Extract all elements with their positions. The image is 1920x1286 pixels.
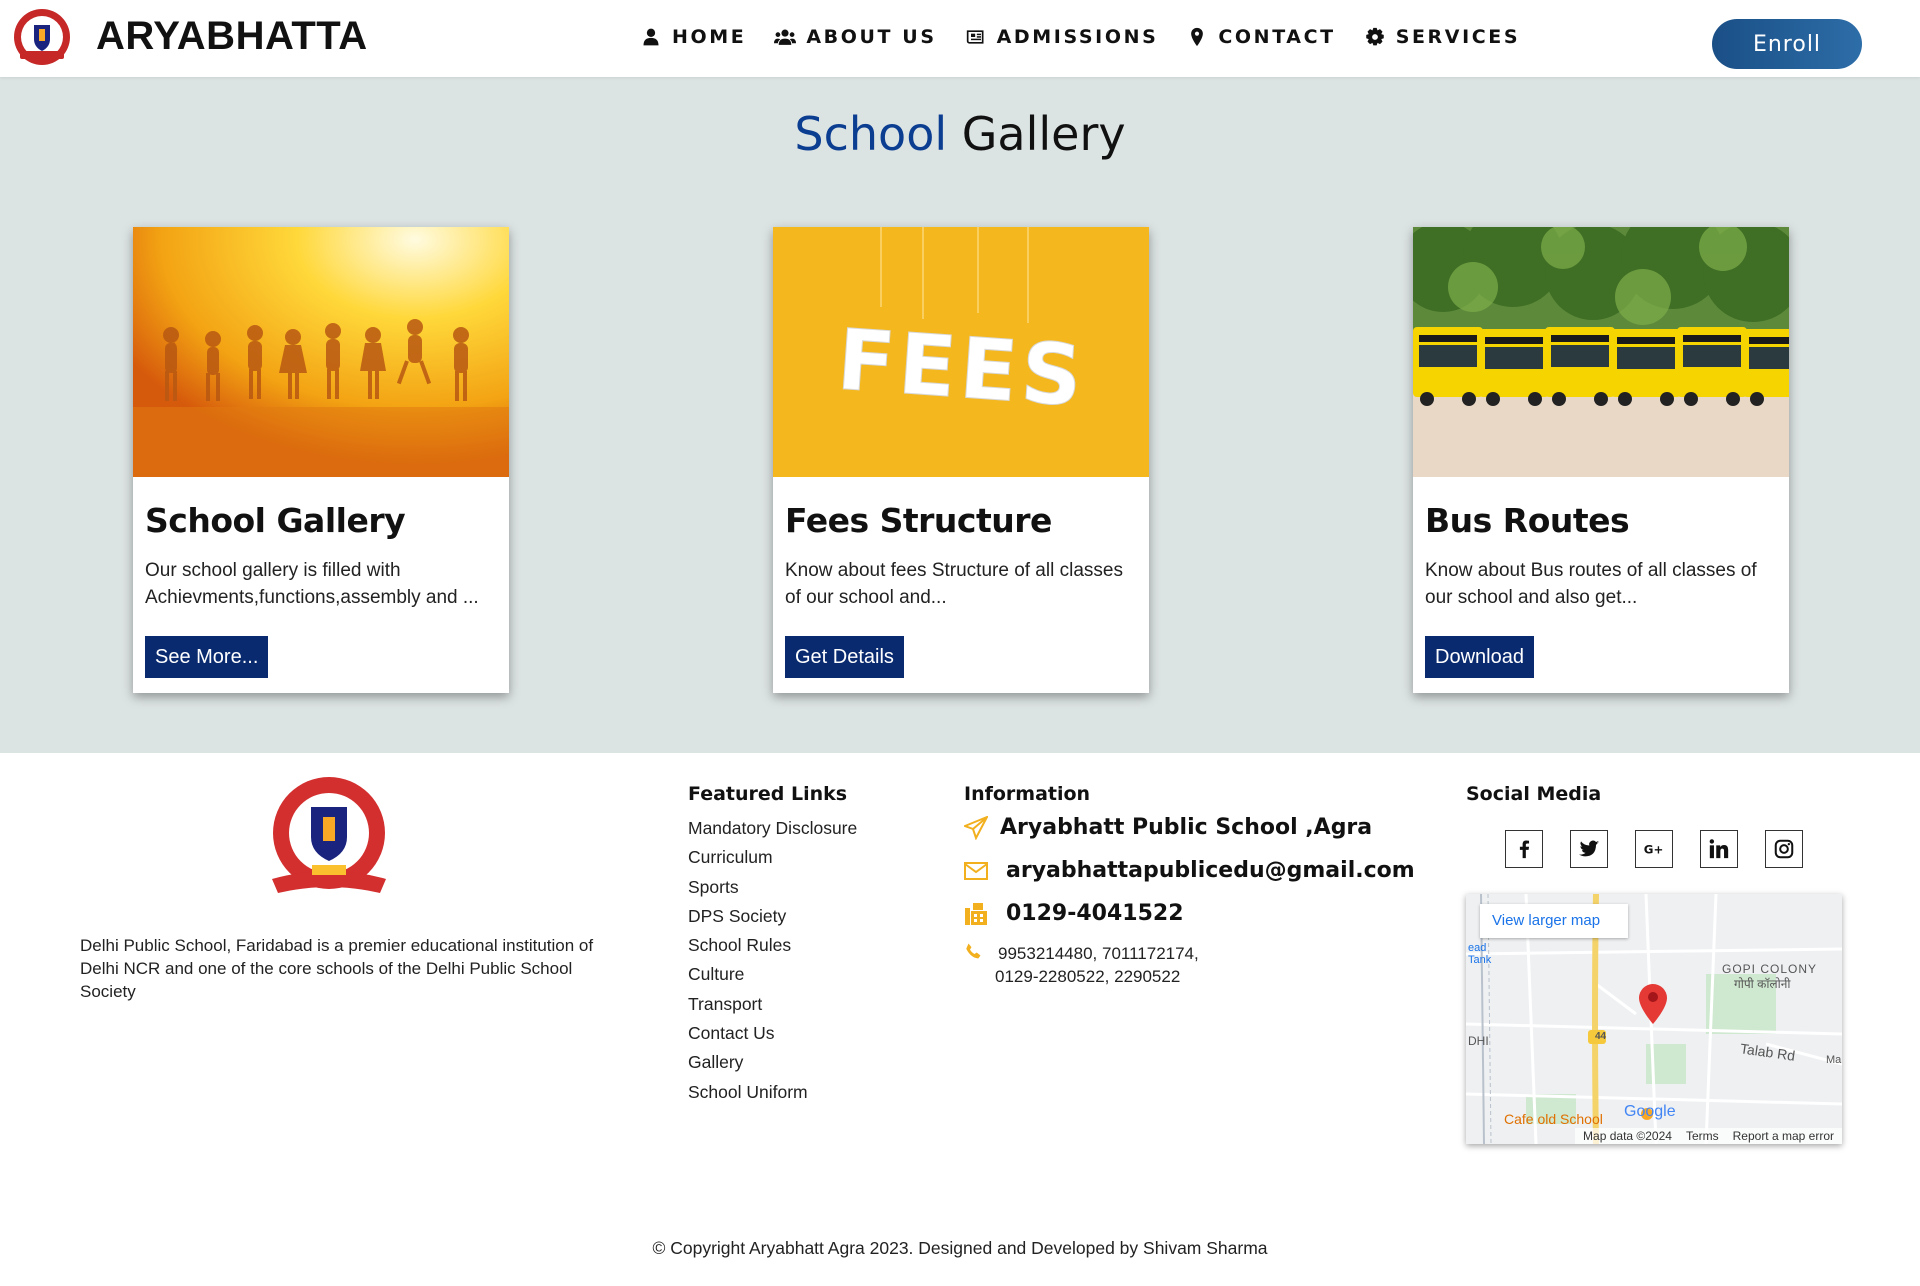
- nav-admissions-label: ADMISSIONS: [996, 26, 1159, 48]
- fax-icon: [965, 902, 987, 925]
- school-logo[interactable]: [12, 7, 72, 67]
- twitter-icon: [1578, 840, 1600, 857]
- card-title: Bus Routes: [1425, 501, 1630, 540]
- info-mobile-line1: 9953214480, 7011172174,: [998, 944, 1199, 963]
- google-plus-icon: G+: [1644, 843, 1664, 857]
- gallery-section: School Gallery School Gallery Our school…: [0, 77, 1920, 753]
- card-school-gallery: School Gallery Our school gallery is fil…: [133, 227, 509, 693]
- link-culture[interactable]: Culture: [688, 960, 857, 989]
- brand-name[interactable]: ARYABHATTA: [96, 14, 368, 59]
- social-media-heading: Social Media: [1466, 783, 1602, 805]
- info-school-name: Aryabhatt Public School ,Agra: [1000, 815, 1373, 840]
- link-transport[interactable]: Transport: [688, 990, 857, 1019]
- map-terms-link[interactable]: Terms: [1686, 1129, 1719, 1143]
- main-nav: HOME ABOUT US ADMISSIONS CONTACT SERVICE…: [640, 26, 1520, 48]
- map-pin-icon: [1191, 27, 1204, 47]
- info-email[interactable]: aryabhattapublicedu@gmail.com: [1006, 858, 1415, 883]
- paper-plane-icon: [964, 815, 988, 840]
- map-report-link[interactable]: Report a map error: [1733, 1129, 1834, 1143]
- section-title-part1: School: [794, 107, 948, 161]
- phone-icon: [966, 943, 981, 959]
- social-links: G+: [1505, 830, 1803, 868]
- nav-contact-label: CONTACT: [1218, 26, 1336, 48]
- get-details-button[interactable]: Get Details: [785, 636, 904, 678]
- card-description: Know about fees Structure of all classes…: [785, 560, 1123, 608]
- map-attribution: Map data ©2024 Terms Report a map error: [1575, 1128, 1842, 1144]
- info-phone-row: 0129-4041522: [964, 901, 1184, 926]
- facebook-icon: [1519, 840, 1530, 859]
- card-title: Fees Structure: [785, 501, 1052, 540]
- instagram-button[interactable]: [1765, 830, 1803, 868]
- fees-image: FEES: [773, 227, 1149, 477]
- featured-links-list: Mandatory Disclosure Curriculum Sports D…: [688, 814, 857, 1107]
- nav-services[interactable]: SERVICES: [1364, 26, 1520, 48]
- svg-text:G+: G+: [1644, 843, 1664, 857]
- map-dhi-label: DHI: [1468, 1034, 1489, 1048]
- map-data-label: Map data ©2024: [1583, 1129, 1672, 1143]
- top-navbar: ARYABHATTA HOME ABOUT US ADMISSIONS CONT…: [0, 0, 1920, 77]
- information-heading: Information: [964, 783, 1091, 805]
- footer-school-logo: [272, 777, 386, 893]
- users-icon: [774, 29, 797, 45]
- see-more-button[interactable]: See More...: [145, 636, 269, 678]
- nav-home-label: HOME: [672, 26, 747, 48]
- enroll-button[interactable]: Enroll: [1712, 19, 1862, 69]
- link-contact-us[interactable]: Contact Us: [688, 1019, 857, 1048]
- section-title: School Gallery: [0, 107, 1920, 161]
- instagram-icon: [1774, 839, 1794, 859]
- nav-about-us[interactable]: ABOUT US: [774, 26, 936, 48]
- info-mobile-line2: 0129-2280522, 2290522: [995, 967, 1181, 986]
- link-school-uniform[interactable]: School Uniform: [688, 1078, 857, 1107]
- link-gallery[interactable]: Gallery: [688, 1048, 857, 1077]
- newspaper-icon: [966, 30, 984, 44]
- facebook-button[interactable]: [1505, 830, 1543, 868]
- nav-home[interactable]: HOME: [640, 26, 746, 48]
- google-logo: Google: [1624, 1103, 1676, 1120]
- map-tank-label: ead Tank: [1468, 942, 1492, 966]
- info-email-row: aryabhattapublicedu@gmail.com: [964, 858, 1415, 883]
- link-sports[interactable]: Sports: [688, 873, 857, 902]
- card-fees-structure: FEES Fees Structure Know about fees Stru…: [773, 227, 1149, 693]
- nav-services-label: SERVICES: [1395, 26, 1521, 48]
- linkedin-button[interactable]: [1700, 830, 1738, 868]
- section-title-part2: Gallery: [961, 107, 1126, 161]
- fees-image-text: FEES: [834, 310, 1089, 425]
- map-colony-label-hindi: गोपी कॉलोनी: [1734, 977, 1791, 991]
- link-dps-society[interactable]: DPS Society: [688, 902, 857, 931]
- download-button[interactable]: Download: [1425, 636, 1534, 678]
- location-map[interactable]: 44 GOPI COLONY गोपी कॉलोनी Talab Rd Ma e…: [1466, 894, 1842, 1144]
- map-colony-label: GOPI COLONY: [1722, 962, 1818, 976]
- card-title: School Gallery: [145, 501, 406, 540]
- link-mandatory-disclosure[interactable]: Mandatory Disclosure: [688, 814, 857, 843]
- card-description: Know about Bus routes of all classes of …: [1425, 560, 1757, 608]
- twitter-button[interactable]: [1570, 830, 1608, 868]
- link-school-rules[interactable]: School Rules: [688, 931, 857, 960]
- info-school-row: Aryabhatt Public School ,Agra: [964, 815, 1372, 840]
- envelope-icon: [964, 861, 988, 880]
- map-cafe-label: Cafe old School: [1504, 1111, 1603, 1127]
- user-icon: [643, 28, 659, 46]
- info-mobile-numbers: 9953214480, 7011172174, 0129-2280522, 22…: [995, 942, 1199, 988]
- footer-about-text: Delhi Public School, Faridabad is a prem…: [80, 936, 594, 1001]
- google-plus-button[interactable]: G+: [1635, 830, 1673, 868]
- map-highway-label: 44: [1595, 1031, 1607, 1042]
- card-bus-routes: Bus Routes Know about Bus routes of all …: [1413, 227, 1789, 693]
- info-phone[interactable]: 0129-4041522: [1006, 901, 1184, 926]
- gear-icon: [1365, 27, 1384, 46]
- nav-about-us-label: ABOUT US: [806, 26, 937, 48]
- card-description: Our school gallery is filled with Achiev…: [145, 560, 479, 608]
- nav-contact[interactable]: CONTACT: [1186, 26, 1335, 48]
- featured-links-heading: Featured Links: [688, 783, 848, 805]
- link-curriculum[interactable]: Curriculum: [688, 843, 857, 872]
- nav-admissions[interactable]: ADMISSIONS: [965, 26, 1159, 48]
- map-ma-label: Ma: [1826, 1054, 1842, 1066]
- children-silhouette-image: [133, 227, 509, 477]
- copyright-text: © Copyright Aryabhatt Agra 2023. Designe…: [652, 1238, 1268, 1258]
- view-larger-map-link[interactable]: View larger map: [1480, 904, 1628, 938]
- linkedin-icon: [1709, 839, 1729, 859]
- school-buses-image: [1413, 227, 1789, 477]
